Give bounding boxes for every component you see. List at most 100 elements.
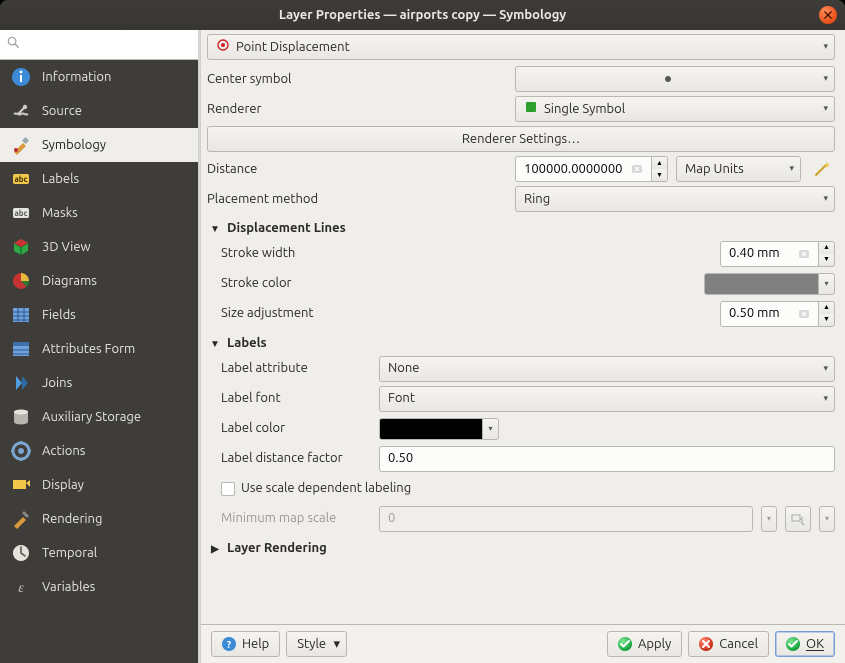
cancel-icon — [699, 637, 713, 651]
size-adjustment-field[interactable] — [720, 301, 819, 327]
apply-button[interactable]: Apply — [607, 631, 682, 657]
min-map-scale-input — [386, 509, 746, 528]
scale-dependent-checkbox[interactable]: Use scale dependent labeling — [221, 480, 411, 497]
center-symbol-preview-icon — [665, 76, 671, 82]
actions-icon — [10, 440, 32, 462]
3d-view-icon — [10, 236, 32, 258]
search-input[interactable] — [26, 35, 201, 54]
stroke-width-spinner[interactable]: ▲▼ — [819, 241, 835, 267]
sidebar-item-actions[interactable]: Actions — [0, 434, 198, 468]
sidebar-item-auxiliary-storage[interactable]: Auxiliary Storage — [0, 400, 198, 434]
display-icon — [10, 474, 32, 496]
sidebar-item-label: Display — [42, 477, 84, 494]
displacement-lines-title: Displacement Lines — [227, 220, 346, 237]
stroke-width-input[interactable] — [727, 244, 792, 263]
titlebar[interactable]: Layer Properties — airports copy — Symbo… — [0, 0, 845, 30]
renderer-settings-label: Renderer Settings… — [462, 131, 580, 148]
sidebar-item-display[interactable]: Display — [0, 468, 198, 502]
placement-label: Placement method — [207, 191, 507, 208]
sidebar-item-label: Attributes Form — [42, 341, 135, 358]
symbology-type-combo[interactable]: Point Displacement ▾ — [207, 34, 835, 60]
layer-rendering-title: Layer Rendering — [227, 540, 327, 557]
sidebar-item-attributes-form[interactable]: Attributes Form — [0, 332, 198, 366]
sidebar-item-label: Variables — [42, 579, 95, 596]
auxiliary-storage-icon — [10, 406, 32, 428]
label-color-button[interactable] — [379, 418, 483, 440]
sidebar-item-label: Labels — [42, 171, 79, 188]
label-color-label: Label color — [221, 420, 371, 437]
clear-icon[interactable] — [796, 246, 812, 262]
svg-text:abc: abc — [14, 209, 27, 218]
labels-icon: abc — [10, 168, 32, 190]
placement-combo[interactable]: Ring ▾ — [515, 186, 835, 212]
ok-button[interactable]: OK — [775, 631, 835, 657]
sidebar-item-rendering[interactable]: Rendering — [0, 502, 198, 536]
sidebar-search[interactable] — [0, 30, 198, 60]
placement-value: Ring — [524, 191, 550, 208]
dialog-footer: ? Help Style ▾ Apply — [201, 624, 845, 663]
sidebar-item-variables[interactable]: εVariables — [0, 570, 198, 604]
size-adjustment-input[interactable] — [727, 304, 792, 323]
sidebar-item-symbology[interactable]: Symbology — [0, 128, 198, 162]
style-button[interactable]: Style ▾ — [286, 631, 347, 657]
stroke-color-dropdown[interactable]: ▾ — [819, 273, 835, 295]
wand-icon — [813, 160, 831, 178]
label-attribute-combo[interactable]: None ▾ — [379, 356, 835, 382]
label-distance-factor-label: Label distance factor — [221, 450, 371, 467]
label-distance-factor-input[interactable] — [386, 449, 828, 468]
sidebar-item-temporal[interactable]: Temporal — [0, 536, 198, 570]
cancel-button[interactable]: Cancel — [688, 631, 769, 657]
chevron-down-icon: ▾ — [823, 41, 828, 53]
label-font-button[interactable]: Font ▾ — [379, 386, 835, 412]
sidebar-item-diagrams[interactable]: Diagrams — [0, 264, 198, 298]
sidebar-item-information[interactable]: Information — [0, 60, 198, 94]
label-font-value: Font — [388, 390, 415, 407]
stroke-color-button[interactable] — [704, 273, 819, 295]
distance-input[interactable] — [522, 160, 625, 179]
diagrams-icon — [10, 270, 32, 292]
distance-field[interactable] — [515, 156, 652, 182]
sidebar-item-labels[interactable]: abc Labels — [0, 162, 198, 196]
sidebar-item-3d-view[interactable]: 3D View — [0, 230, 198, 264]
label-distance-factor-field[interactable] — [379, 446, 835, 472]
renderer-combo[interactable]: Single Symbol ▾ — [515, 96, 835, 122]
sidebar-item-label: Source — [42, 103, 82, 120]
min-map-scale-dropdown: ▾ — [761, 506, 777, 532]
help-button[interactable]: ? Help — [211, 631, 280, 657]
min-map-scale-override-dropdown: ▾ — [819, 506, 835, 532]
sidebar-item-fields[interactable]: Fields — [0, 298, 198, 332]
scale-override-icon — [790, 511, 806, 527]
symbology-type-value: Point Displacement — [236, 39, 350, 56]
layer-rendering-section[interactable]: ▶ Layer Rendering — [207, 534, 835, 559]
clear-icon[interactable] — [796, 306, 812, 322]
sidebar-item-source[interactable]: Source — [0, 94, 198, 128]
checkbox-icon — [221, 482, 235, 496]
close-icon[interactable] — [819, 6, 837, 24]
data-defined-override-button[interactable] — [809, 156, 835, 182]
chevron-down-icon: ▾ — [823, 103, 828, 115]
window-title: Layer Properties — airports copy — Symbo… — [279, 7, 566, 24]
distance-spinner[interactable]: ▲▼ — [652, 156, 668, 182]
renderer-label: Renderer — [207, 101, 507, 118]
ok-label: OK — [806, 636, 824, 653]
sidebar-item-label: Masks — [42, 205, 78, 222]
renderer-settings-button[interactable]: Renderer Settings… — [207, 126, 835, 152]
help-label: Help — [242, 636, 269, 653]
attributes-form-icon — [10, 338, 32, 360]
sidebar-item-label: Auxiliary Storage — [42, 409, 141, 426]
information-icon — [10, 66, 32, 88]
sidebar-item-masks[interactable]: abc Masks — [0, 196, 198, 230]
chevron-down-icon: ▾ — [823, 73, 828, 85]
label-color-dropdown[interactable]: ▾ — [483, 418, 499, 440]
stroke-width-field[interactable] — [720, 241, 819, 267]
sidebar-item-joins[interactable]: Joins — [0, 366, 198, 400]
chevron-down-icon: ▾ — [823, 393, 828, 405]
size-adjustment-spinner[interactable]: ▲▼ — [819, 301, 835, 327]
displacement-lines-section[interactable]: ▼ Displacement Lines — [207, 214, 835, 239]
labels-section[interactable]: ▼ Labels — [207, 329, 835, 354]
center-symbol-button[interactable]: ▾ — [515, 66, 835, 92]
sidebar-item-label: Temporal — [42, 545, 97, 562]
expand-icon: ▶ — [209, 542, 221, 555]
distance-unit-combo[interactable]: Map Units ▾ — [676, 156, 801, 182]
clear-icon[interactable] — [629, 161, 645, 177]
